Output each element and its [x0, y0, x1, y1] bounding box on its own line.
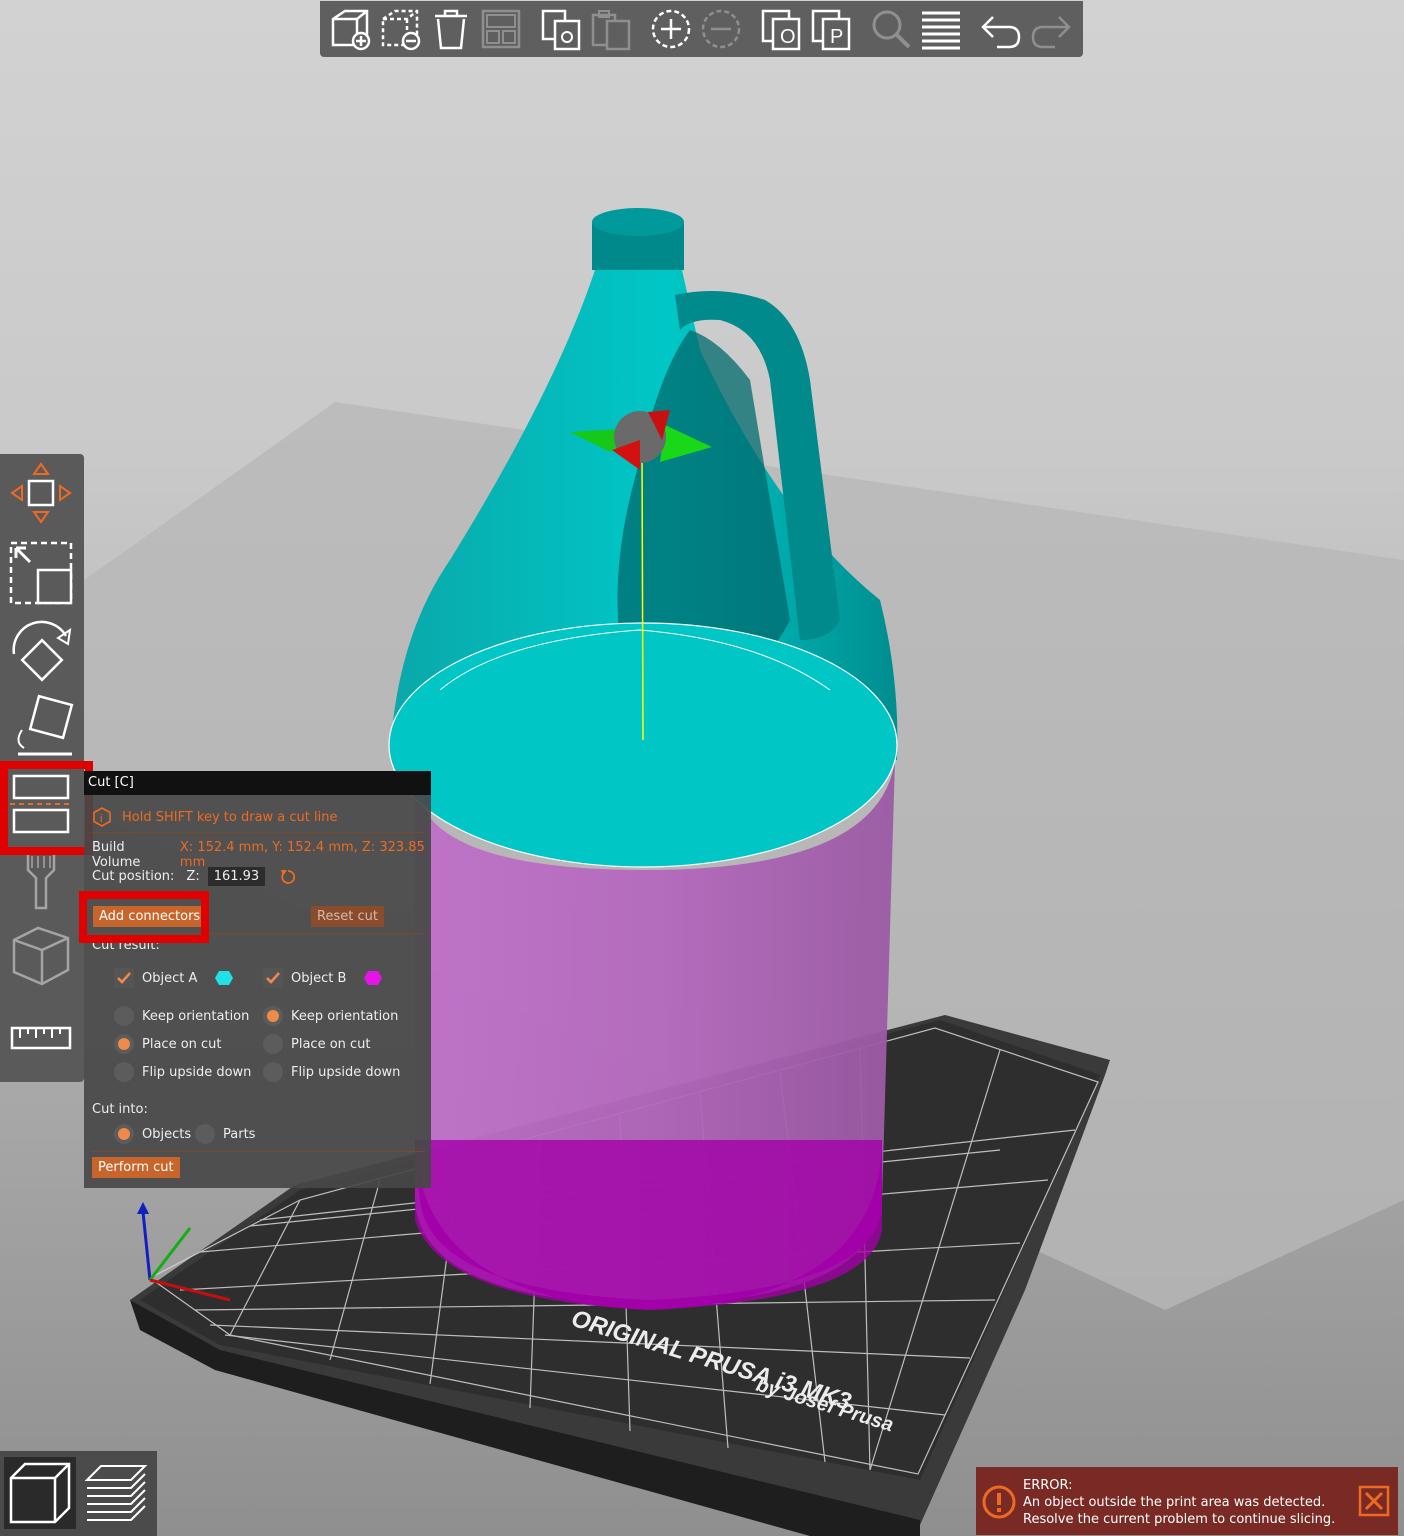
object-b-place-on-cut-radio[interactable] — [263, 1034, 283, 1054]
top-toolbar: O P — [320, 1, 1083, 57]
object-b-flip[interactable]: Flip upside down — [263, 1062, 400, 1082]
object-a-upper-part[interactable] — [388, 208, 898, 868]
error-title: ERROR: — [1023, 1478, 1073, 1493]
object-a-flip[interactable]: Flip upside down — [114, 1062, 251, 1082]
object-b-color-icon — [364, 971, 383, 985]
reset-z-icon[interactable] — [279, 868, 297, 886]
flip-upside-down-label: Flip upside down — [142, 1064, 252, 1080]
move-icon[interactable] — [6, 458, 76, 528]
object-a-color-icon — [215, 971, 234, 985]
add-instance-icon[interactable] — [648, 6, 694, 52]
svg-text:O: O — [780, 26, 796, 48]
cut-panel: Cut [C] i Hold SHIFT key to draw a cut l… — [84, 771, 431, 1188]
check-icon — [266, 972, 280, 984]
gizmo-toolbar — [0, 454, 84, 1082]
object-a-label: Object A — [142, 970, 198, 986]
object-a-keep-orientation-radio[interactable] — [114, 1006, 134, 1026]
object-b-place-on-cut[interactable]: Place on cut — [263, 1034, 371, 1054]
object-b-keep-orientation[interactable]: Keep orientation — [263, 1006, 398, 1026]
3d-view-icon[interactable] — [4, 1457, 76, 1529]
keep-orientation-label: Keep orientation — [291, 1008, 399, 1024]
cut-panel-title: Cut [C] — [84, 771, 431, 795]
objects-label: Objects — [142, 1126, 192, 1142]
cut-icon[interactable] — [6, 768, 76, 838]
paint-icon[interactable] — [6, 846, 76, 916]
z-position-input[interactable]: 161.93 — [207, 867, 266, 886]
object-a-place-on-cut[interactable]: Place on cut — [114, 1034, 222, 1054]
object-a-keep-orientation[interactable]: Keep orientation — [114, 1006, 249, 1026]
cut-position-row: Cut position: Z: 161.93 — [92, 867, 297, 886]
cut-into-parts-radio[interactable] — [195, 1124, 215, 1144]
3d-viewport[interactable]: ORIGINAL PRUSA i3 MK3 by Josef Prusa — [0, 0, 1404, 1536]
parts-label: Parts — [223, 1126, 256, 1142]
delete-all-icon[interactable] — [428, 6, 474, 52]
build-volume-value: X: 152.4 mm, Y: 152.4 mm, Z: 323.85 mm — [179, 840, 425, 870]
svg-text:i: i — [100, 813, 102, 825]
place-on-face-icon[interactable] — [6, 692, 76, 762]
add-connectors-button[interactable]: Add connectors — [93, 906, 207, 927]
remove-instance-icon[interactable] — [698, 6, 744, 52]
split-objects-icon[interactable]: O — [758, 6, 804, 52]
seam-icon[interactable] — [6, 920, 76, 990]
object-b-row: Object B — [263, 968, 383, 988]
delete-object-icon[interactable] — [378, 6, 424, 52]
error-line2: Resolve the current problem to continue … — [1023, 1512, 1336, 1527]
paste-icon[interactable] — [588, 6, 634, 52]
split-parts-icon[interactable]: P — [808, 6, 854, 52]
hint-row: i Hold SHIFT key to draw a cut line — [92, 807, 337, 827]
place-on-cut-label: Place on cut — [142, 1036, 222, 1052]
perform-cut-button[interactable]: Perform cut — [92, 1157, 180, 1178]
copy-icon[interactable] — [538, 6, 584, 52]
flip-upside-down-label: Flip upside down — [291, 1064, 401, 1080]
undo-icon[interactable] — [978, 6, 1024, 52]
redo-icon[interactable] — [1028, 6, 1074, 52]
object-b-checkbox[interactable] — [263, 968, 283, 988]
cut-into-label: Cut into: — [92, 1102, 148, 1117]
hint-text: Hold SHIFT key to draw a cut line — [122, 809, 338, 825]
place-on-cut-label: Place on cut — [291, 1036, 371, 1052]
arrange-icon[interactable] — [478, 6, 524, 52]
svg-text:P: P — [830, 26, 843, 48]
build-volume-row: Build Volume X: 152.4 mm, Y: 152.4 mm, Z… — [92, 840, 431, 870]
scale-icon[interactable] — [6, 538, 76, 608]
object-b-keep-orientation-radio[interactable] — [263, 1006, 283, 1026]
object-b-flip-radio[interactable] — [263, 1062, 283, 1082]
object-a-checkbox[interactable] — [114, 968, 134, 988]
object-a-flip-radio[interactable] — [114, 1062, 134, 1082]
object-a-place-on-cut-radio[interactable] — [114, 1034, 134, 1054]
cut-into-parts[interactable]: Parts — [195, 1124, 255, 1144]
warning-icon — [982, 1485, 1016, 1519]
check-icon — [117, 972, 131, 984]
z-label: Z: — [186, 869, 200, 884]
error-text: ERROR: An object outside the print area … — [1023, 1477, 1335, 1528]
cut-result-row: Cut result: — [92, 938, 160, 953]
close-icon[interactable] — [1358, 1485, 1390, 1517]
search-icon[interactable] — [868, 6, 914, 52]
view-toggle — [0, 1451, 157, 1536]
measure-icon[interactable] — [6, 1004, 76, 1074]
keep-orientation-label: Keep orientation — [142, 1008, 250, 1024]
error-notification: ERROR: An object outside the print area … — [976, 1467, 1398, 1535]
cut-result-label: Cut result: — [92, 938, 160, 953]
info-icon: i — [93, 807, 111, 827]
cut-into-objects[interactable]: Objects — [114, 1124, 191, 1144]
object-b-label: Object B — [291, 970, 347, 986]
error-line1: An object outside the print area was det… — [1023, 1495, 1326, 1510]
layers-editing-icon[interactable] — [918, 6, 964, 52]
add-object-icon[interactable] — [328, 6, 374, 52]
build-volume-label: Build Volume — [92, 840, 141, 870]
reset-cut-button[interactable]: Reset cut — [311, 906, 384, 927]
cut-into-row: Cut into: — [92, 1102, 148, 1117]
rotate-icon[interactable] — [6, 616, 76, 686]
preview-icon[interactable] — [80, 1457, 152, 1529]
cut-into-objects-radio[interactable] — [114, 1124, 134, 1144]
object-a-row: Object A — [114, 968, 234, 988]
cut-position-label: Cut position: — [92, 869, 175, 884]
